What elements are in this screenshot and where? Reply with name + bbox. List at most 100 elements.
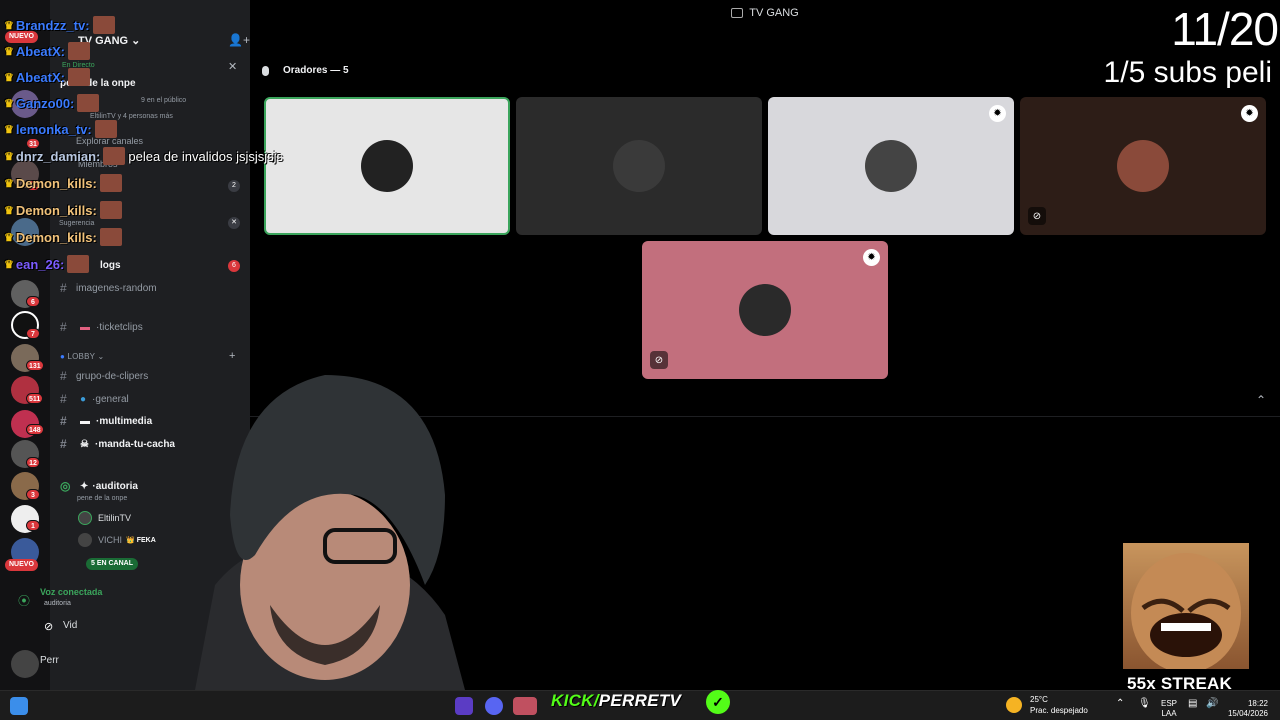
- chat-message: ♛ Ganzo00:: [4, 94, 100, 112]
- streak-emote-image: [1123, 543, 1249, 669]
- channel-label: grupo-de-clipers: [76, 370, 149, 382]
- volume-icon[interactable]: 🔊: [1206, 699, 1218, 709]
- ticket-icon: ▬: [80, 321, 90, 333]
- weather-icon: [1006, 697, 1022, 713]
- language: ESP: [1161, 699, 1178, 708]
- app-icon[interactable]: [455, 697, 473, 715]
- chat-text: pelea de invalidos jsjsjsjsjs: [128, 148, 284, 164]
- clock[interactable]: 18:22 15/04/2026: [1222, 699, 1268, 719]
- voice-subtitle: pene de la onpe: [77, 495, 128, 502]
- voice-connected-channel[interactable]: auditoria: [44, 600, 71, 607]
- speaker-tile[interactable]: ✹ ⊘: [642, 241, 888, 379]
- channel-manda-tu-cacha[interactable]: # ☠ · manda-tu-cacha: [60, 435, 175, 453]
- channel-label: general: [95, 393, 129, 405]
- server-badge: 131: [26, 360, 44, 371]
- user-tag: 👑 FEKA: [126, 537, 156, 544]
- chat-message: ♛ Demon_kills:: [4, 174, 122, 192]
- user-name: Perr: [40, 655, 59, 666]
- chat-username: Demon_kills:: [15, 229, 97, 245]
- channel-grupo-de-clipers[interactable]: # grupo-de-clipers: [60, 367, 148, 385]
- video-button[interactable]: Vid: [63, 620, 77, 631]
- kick-brand-white: PERRETV: [598, 691, 682, 710]
- tray-chevron-icon[interactable]: ⌃: [1116, 699, 1124, 709]
- hash-icon: #: [60, 281, 67, 295]
- server-badge: 7: [26, 328, 40, 339]
- chat-message: ♛ dnrz_damian: pelea de invalidos jsjsjsjs…: [4, 147, 283, 165]
- channel-general[interactable]: # ● · general: [60, 390, 129, 408]
- channel-ticketclips[interactable]: # ▬ · ticketclips: [60, 318, 143, 336]
- start-icon[interactable]: [10, 697, 28, 715]
- chat-message: ♛ Demon_kills:: [4, 228, 122, 246]
- signal-icon: ⦿: [18, 594, 31, 608]
- voice-channel-auditoria[interactable]: ◎ ✦ · auditoria: [60, 477, 138, 495]
- chat-username: dnrz_damian:: [15, 148, 101, 164]
- speaker-tile[interactable]: ✹: [768, 97, 1014, 235]
- new-badge: NUEVO: [5, 559, 38, 571]
- channel-label: multimedia: [99, 415, 153, 427]
- channel-imagenes-random[interactable]: # imagenes-random: [60, 279, 157, 297]
- globe-icon: ●: [80, 393, 87, 405]
- globe-icon: ●: [60, 352, 66, 361]
- chat-username: Brandzz_tv:: [15, 17, 90, 33]
- kick-brand: KICK/PERRETV: [551, 691, 681, 711]
- language-sub: LAA: [1161, 709, 1177, 718]
- emote-icon: [99, 201, 122, 219]
- app-icon[interactable]: [513, 697, 537, 715]
- skull-icon: ☠: [80, 438, 89, 450]
- chat-username: Demon_kills:: [15, 175, 97, 191]
- channel-multimedia[interactable]: # ▬ · multimedia: [60, 412, 152, 430]
- chat-username: AbeatX:: [15, 43, 65, 59]
- category-label: LOBBY: [67, 352, 96, 361]
- emote-icon: [92, 16, 115, 34]
- server-badge: 1: [26, 520, 40, 531]
- language-indicator[interactable]: ESP LAA: [1161, 699, 1177, 719]
- speaker-tile[interactable]: [516, 97, 762, 235]
- crown-icon: ♛: [4, 71, 14, 84]
- emote-icon: [68, 68, 90, 86]
- crown-icon: ♛: [4, 97, 14, 110]
- user-avatar[interactable]: [11, 650, 39, 678]
- chat-username: ean_26:: [15, 256, 65, 272]
- chat-message: ♛ Demon_kills:: [4, 201, 122, 219]
- voice-connected-label: Voz conectada: [40, 587, 103, 597]
- hash-icon: #: [60, 392, 67, 406]
- speaker-tile[interactable]: ✹ ⊘: [1020, 97, 1266, 235]
- voice-user-name: VICHI: [98, 535, 123, 545]
- moderator-badge-icon: ✹: [1241, 105, 1258, 122]
- speaker-avatar: [1117, 140, 1169, 192]
- chevron-up-icon[interactable]: ⌃: [1256, 393, 1266, 407]
- speaker-avatar: [361, 140, 413, 192]
- chat-username: Demon_kills:: [15, 202, 97, 218]
- avatar: [78, 511, 92, 525]
- emote-icon: [99, 228, 122, 246]
- server-badge: 12: [26, 457, 40, 468]
- channel-label: imagenes-random: [76, 282, 157, 294]
- video-off-icon[interactable]: ⊘: [44, 620, 53, 633]
- channel-icon: [731, 7, 744, 18]
- network-icon[interactable]: ▤: [1188, 699, 1197, 709]
- window-titlebar: TV GANG: [250, 0, 1280, 25]
- crown-icon: ♛: [4, 231, 14, 244]
- hash-icon: #: [60, 414, 67, 428]
- chat-username: Ganzo00:: [15, 95, 75, 111]
- voice-user[interactable]: VICHI 👑 FEKA: [78, 533, 156, 547]
- mic-tray-icon[interactable]: 🎙: [1138, 699, 1151, 709]
- speaker-icon: ◎: [60, 479, 71, 493]
- hash-icon: #: [60, 369, 67, 383]
- category-lobby[interactable]: ● LOBBY ⌄: [60, 352, 104, 361]
- in-channel-badge: 5 EN CANAL: [86, 558, 139, 570]
- discord-icon[interactable]: [485, 697, 503, 715]
- voice-user[interactable]: EltilinTV: [78, 511, 131, 525]
- crown-icon: ♛: [4, 150, 14, 163]
- crown-icon: ♛: [4, 204, 14, 217]
- weather-widget[interactable]: 25°C Prac. despejado: [1006, 694, 1088, 716]
- crown-icon: ♛: [4, 45, 14, 58]
- hash-icon: #: [60, 320, 67, 334]
- chat-message: ♛ Brandzz_tv:: [4, 16, 115, 34]
- kick-brand-green: KICK/: [551, 691, 599, 710]
- temperature: 25°C: [1030, 695, 1048, 704]
- crown-icon: ♛: [4, 258, 14, 271]
- muted-mic-icon: ⊘: [650, 351, 668, 369]
- streamer-webcam: [195, 375, 465, 690]
- crown-icon: ♛: [4, 123, 14, 136]
